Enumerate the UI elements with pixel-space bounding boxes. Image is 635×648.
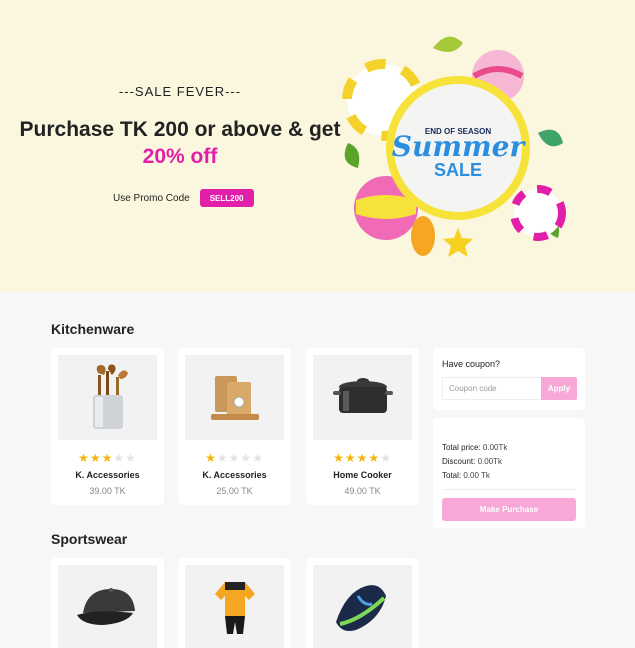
product-name: Home Cooker xyxy=(333,470,392,480)
total-row: Total: 0.00 Tk xyxy=(442,471,490,480)
cap-icon xyxy=(76,587,135,625)
rating-stars: ★★★★★ xyxy=(306,451,419,465)
product-image xyxy=(185,565,284,648)
star-icon: ★ xyxy=(333,451,345,465)
product-name: K. Accessories xyxy=(75,470,140,480)
product-name: K. Accessories xyxy=(202,470,267,480)
star-icon: ★ xyxy=(356,451,369,465)
product-image xyxy=(185,355,284,440)
summer-sale-art: END OF SEASON Summer SALE xyxy=(338,28,578,268)
product-image xyxy=(313,355,412,440)
product-card[interactable] xyxy=(51,558,164,648)
discount-label: Discount: xyxy=(442,457,476,466)
promo-row: Use Promo Code SELL200 xyxy=(113,189,254,207)
hero-headline: Purchase TK 200 or above & get 20% off xyxy=(0,116,360,170)
rating-stars: ★★★★★ xyxy=(178,451,291,465)
coupon-input[interactable]: Coupon code xyxy=(442,377,541,400)
cycling-suit-icon xyxy=(214,581,255,634)
product-card[interactable] xyxy=(178,558,291,648)
discount-value: 0.00Tk xyxy=(477,457,503,466)
art-bottom-text: SALE xyxy=(434,160,482,180)
star-icon: ★ xyxy=(89,451,102,465)
section-title-sportswear: Sportswear xyxy=(51,531,128,547)
product-image xyxy=(58,565,157,648)
star-icon: ★ xyxy=(125,451,137,465)
product-card[interactable]: ★★★★★ K. Accessories 39.00 TK xyxy=(51,348,164,505)
utensil-holder-icon xyxy=(92,364,128,429)
product-card[interactable] xyxy=(306,558,419,648)
product-price: 49.00 TK xyxy=(344,486,381,496)
apply-coupon-button[interactable]: Apply xyxy=(541,377,577,400)
cooking-pot-icon xyxy=(332,377,393,413)
star-icon: ★ xyxy=(228,451,241,465)
promo-code-badge[interactable]: SELL200 xyxy=(199,189,254,207)
product-image xyxy=(313,565,412,648)
headline-accent: 20% off xyxy=(142,145,218,168)
star-icon: ★ xyxy=(380,451,392,465)
sale-eyebrow: ---SALE FEVER--- xyxy=(118,84,242,99)
star-icon: ★ xyxy=(78,451,90,465)
product-price: 25.00 TK xyxy=(216,486,253,496)
total-price-label: Total price: xyxy=(442,443,481,452)
discount-row: Discount: 0.00Tk xyxy=(442,457,502,466)
summary-divider xyxy=(442,489,576,490)
headline-main: Purchase TK 200 or above & get xyxy=(19,118,341,141)
product-image xyxy=(58,355,157,440)
rating-stars: ★★★★★ xyxy=(51,451,164,465)
product-price: 39.00 TK xyxy=(89,486,126,496)
star-icon: ★ xyxy=(101,451,114,465)
total-price-value: 0.00Tk xyxy=(482,443,508,452)
coupon-title: Have coupon? xyxy=(442,359,501,369)
star-icon: ★ xyxy=(368,451,381,465)
total-value: 0.00 Tk xyxy=(463,471,490,480)
sneaker-icon xyxy=(335,584,386,631)
total-price-row: Total price: 0.00Tk xyxy=(442,443,507,452)
section-title-kitchenware: Kitchenware xyxy=(51,321,135,337)
product-card[interactable]: ★★★★★ K. Accessories 25.00 TK xyxy=(178,348,291,505)
order-summary-panel: Total price: 0.00Tk Discount: 0.00Tk Tot… xyxy=(433,418,585,528)
promo-label: Use Promo Code xyxy=(113,192,190,204)
star-icon: ★ xyxy=(240,451,253,465)
coupon-panel: Have coupon? Coupon code Apply xyxy=(433,348,585,410)
art-script-text: Summer xyxy=(392,130,527,163)
star-icon: ★ xyxy=(205,451,217,465)
cutting-board-icon xyxy=(210,375,259,420)
star-icon: ★ xyxy=(216,451,229,465)
star-icon: ★ xyxy=(252,451,264,465)
hero-banner: ---SALE FEVER--- Purchase TK 200 or abov… xyxy=(0,0,635,292)
star-icon: ★ xyxy=(344,451,357,465)
product-card[interactable]: ★★★★★ Home Cooker 49.00 TK xyxy=(306,348,419,505)
total-label: Total: xyxy=(442,471,462,480)
star-icon: ★ xyxy=(113,451,126,465)
make-purchase-button[interactable]: Make Purchase xyxy=(442,498,576,521)
